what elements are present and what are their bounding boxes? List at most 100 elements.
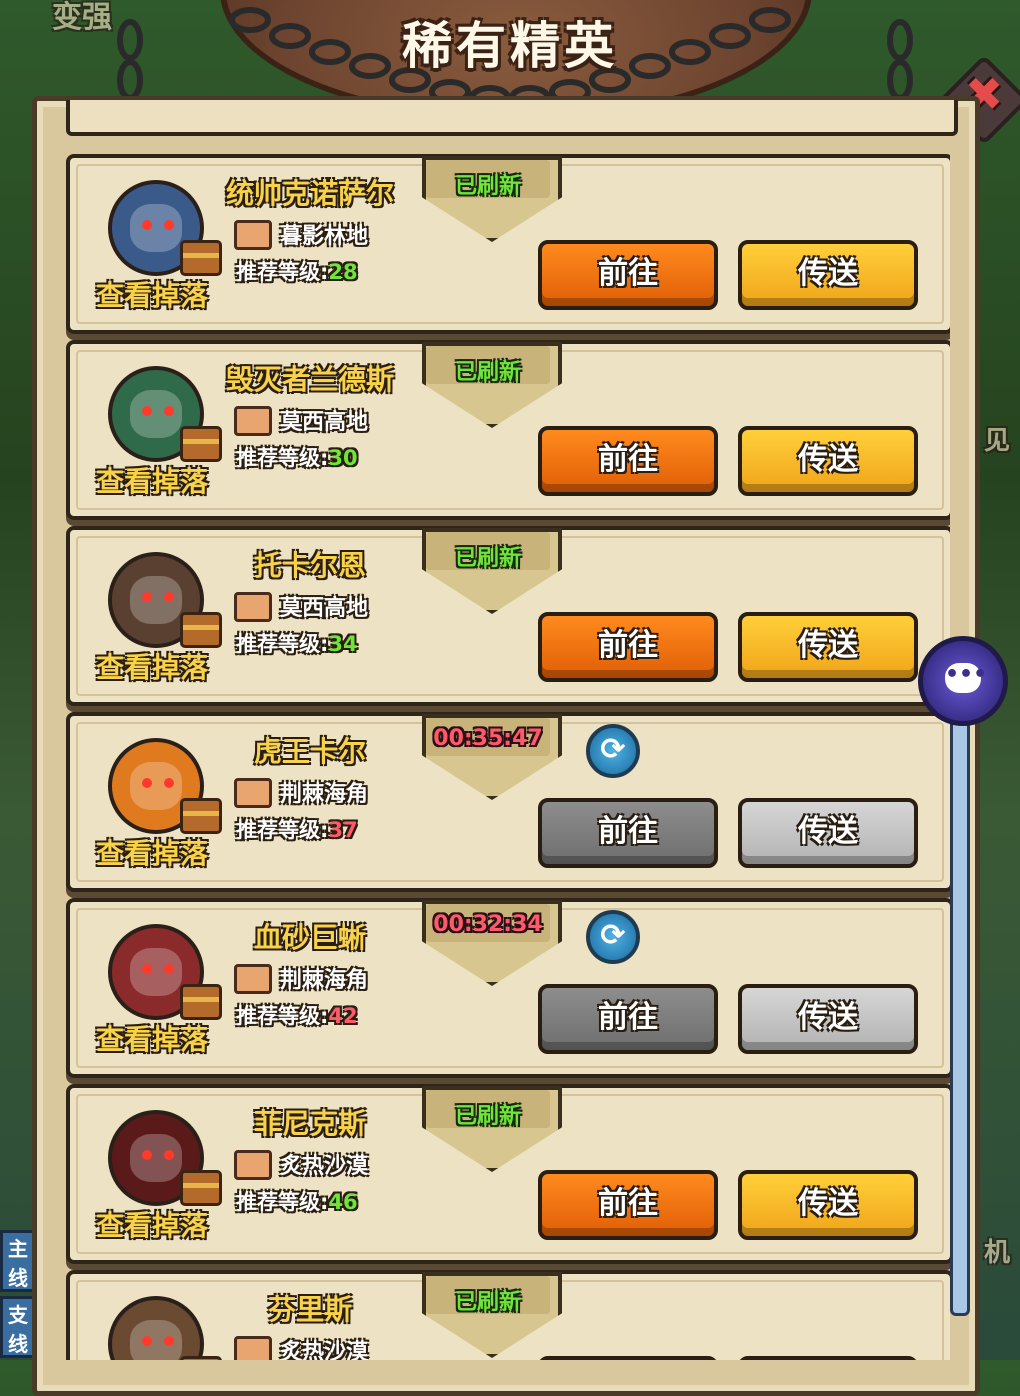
teleport-button[interactable]: 传送 — [738, 612, 918, 682]
teleport-button[interactable]: 传送 — [738, 1356, 918, 1360]
boss-location: 荆棘海角 — [280, 968, 369, 993]
avatar-face — [130, 1134, 182, 1182]
go-button[interactable]: 前往 — [538, 240, 718, 310]
refresh-icon[interactable]: ⟳ — [586, 724, 640, 778]
boss-card: 查看掉落 毁灭者兰德斯 莫西高地 推荐等级:30 已刷新 前往 传送 — [66, 340, 950, 520]
teleport-button[interactable]: 传送 — [738, 426, 918, 496]
avatar-eye — [164, 592, 174, 602]
boss-location: 暮影林地 — [280, 224, 369, 249]
boss-card: 查看掉落 统帅克诺萨尔 暮影林地 推荐等级:28 已刷新 前往 传送 — [66, 154, 950, 334]
avatar-eye — [164, 964, 174, 974]
go-button[interactable]: 前往 — [538, 1356, 718, 1360]
recommended-level: 推荐等级:30 — [236, 442, 358, 472]
go-button[interactable]: 前往 — [538, 798, 718, 868]
recommended-level: 推荐等级:37 — [236, 814, 358, 844]
level-label: 推荐等级: — [236, 446, 329, 470]
view-loot-link[interactable]: 查看掉落 — [96, 646, 208, 686]
bg-label-right-mid: 见 — [984, 426, 1011, 456]
treasure-chest-icon — [180, 612, 222, 648]
view-loot-link[interactable]: 查看掉落 — [96, 832, 208, 872]
boss-card: 查看掉落 托卡尔恩 莫西高地 推荐等级:34 已刷新 前往 传送 — [66, 526, 950, 706]
boss-name: 血砂巨蜥 — [253, 921, 366, 954]
recommended-level: 推荐等级:46 — [236, 1186, 358, 1216]
avatar-face — [130, 576, 182, 624]
boss-name: 毁灭者兰德斯 — [225, 363, 394, 396]
respawn-timer: 00:32:34 — [433, 912, 543, 937]
view-loot-link[interactable]: 查看掉落 — [96, 1018, 208, 1058]
boss-location: 莫西高地 — [280, 596, 369, 621]
treasure-chest-icon — [180, 240, 222, 276]
view-loot-link[interactable]: 查看掉落 — [96, 460, 208, 500]
level-label: 推荐等级: — [236, 1004, 329, 1028]
chest-band — [183, 439, 219, 444]
page-title: 稀有精英 — [402, 17, 618, 75]
recommended-level: 推荐等级:28 — [236, 256, 358, 286]
go-button[interactable]: 前往 — [538, 984, 718, 1054]
boss-name: 统帅克诺萨尔 — [225, 177, 394, 210]
bg-label-right-bottom: 机 — [984, 1238, 1011, 1268]
boss-location: 荆棘海角 — [280, 782, 369, 807]
map-icon — [234, 778, 272, 808]
level-label: 推荐等级: — [236, 1190, 329, 1214]
refreshed-status: 已刷新 — [454, 360, 521, 385]
level-value: 28 — [328, 260, 358, 284]
teleport-button[interactable]: 传送 — [738, 984, 918, 1054]
avatar-eye — [164, 220, 174, 230]
refresh-icon[interactable]: ⟳ — [586, 910, 640, 964]
treasure-chest-icon — [180, 984, 222, 1020]
recommended-level: 推荐等级:34 — [236, 628, 358, 658]
respawn-timer: 00:35:47 — [433, 726, 543, 751]
boss-card: 查看掉落 芬里斯 炙热沙漠 推荐等级: 已刷新 前往 传送 — [66, 1270, 950, 1360]
boss-card: 查看掉落 虎王卡尔 荆棘海角 推荐等级:37 00:35:47 ⟳ 前往 传送 — [66, 712, 950, 892]
go-button[interactable]: 前往 — [538, 1170, 718, 1240]
map-icon — [234, 220, 272, 250]
boss-list[interactable]: 查看掉落 统帅克诺萨尔 暮影林地 推荐等级:28 已刷新 前往 传送 查看掉落 … — [66, 120, 950, 1360]
boss-card: 查看掉落 菲尼克斯 炙热沙漠 推荐等级:46 已刷新 前往 传送 — [66, 1084, 950, 1264]
boss-card: 查看掉落 血砂巨蜥 荆棘海角 推荐等级:42 00:32:34 ⟳ 前往 传送 — [66, 898, 950, 1078]
avatar-eye — [142, 1150, 152, 1160]
side-tab-side[interactable]: 支线 — [0, 1296, 36, 1358]
chest-band — [183, 625, 219, 630]
chest-band — [183, 253, 219, 258]
chat-button[interactable]: ••• — [918, 636, 1008, 726]
boss-name: 虎王卡尔 — [253, 735, 366, 768]
boss-location: 莫西高地 — [280, 410, 369, 435]
avatar-face — [130, 1320, 182, 1360]
boss-location: 炙热沙漠 — [280, 1154, 369, 1179]
chest-band — [183, 997, 219, 1002]
level-value: 46 — [328, 1190, 358, 1214]
side-tab-main[interactable]: 主线 — [0, 1230, 36, 1292]
avatar-face — [130, 390, 182, 438]
refreshed-status: 已刷新 — [454, 546, 521, 571]
refreshed-status: 已刷新 — [454, 1290, 521, 1315]
map-icon — [234, 592, 272, 622]
level-value: 34 — [328, 632, 358, 656]
avatar-eye — [164, 1150, 174, 1160]
teleport-button[interactable]: 传送 — [738, 240, 918, 310]
level-value: 42 — [328, 1004, 358, 1028]
chest-band — [183, 811, 219, 816]
view-loot-link[interactable]: 查看掉落 — [96, 1204, 208, 1244]
treasure-chest-icon — [180, 1170, 222, 1206]
treasure-chest-icon — [180, 1356, 222, 1360]
avatar-eye — [164, 406, 174, 416]
scrollbar[interactable] — [950, 700, 970, 1316]
avatar-eye — [142, 220, 152, 230]
boss-location: 炙热沙漠 — [280, 1340, 369, 1360]
avatar-eye — [142, 1336, 152, 1346]
avatar-eye — [142, 406, 152, 416]
boss-name: 芬里斯 — [267, 1293, 352, 1326]
go-button[interactable]: 前往 — [538, 426, 718, 496]
view-loot-link[interactable]: 查看掉落 — [96, 274, 208, 314]
chat-icon: ••• — [945, 663, 987, 693]
go-button[interactable]: 前往 — [538, 612, 718, 682]
level-value: 30 — [328, 446, 358, 470]
map-icon — [234, 406, 272, 436]
refreshed-status: 已刷新 — [454, 1104, 521, 1129]
level-value: 37 — [328, 818, 358, 842]
map-icon — [234, 964, 272, 994]
refreshed-status: 已刷新 — [454, 174, 521, 199]
teleport-button[interactable]: 传送 — [738, 798, 918, 868]
avatar-eye — [164, 1336, 174, 1346]
teleport-button[interactable]: 传送 — [738, 1170, 918, 1240]
